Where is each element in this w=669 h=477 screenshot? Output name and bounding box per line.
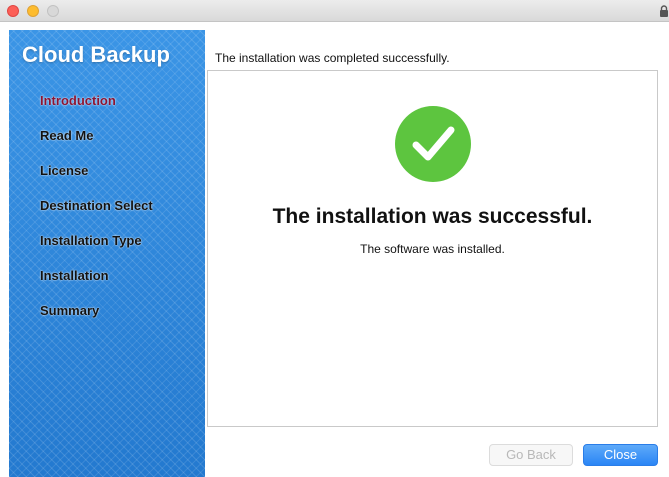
step-installation-type: Installation Type (40, 233, 142, 248)
app-title: Cloud Backup (22, 42, 170, 67)
step-installation: Installation (40, 268, 109, 283)
step-license: License (40, 163, 89, 178)
zoom-window-button[interactable] (47, 5, 59, 17)
success-headline: The installation was successful. (272, 205, 593, 228)
close-window-button[interactable] (7, 5, 19, 17)
minimize-window-button[interactable] (27, 5, 39, 17)
lock-icon (660, 5, 668, 17)
step-destination-select: Destination Select (40, 198, 153, 213)
step-introduction: Introduction (40, 93, 116, 108)
close-button[interactable]: Close (583, 444, 658, 466)
installer-sidebar: Cloud Backup Introduction Read Me Licens… (9, 30, 205, 477)
step-summary: Summary (40, 303, 100, 318)
checkmark-circle-icon (395, 106, 471, 182)
step-read-me: Read Me (40, 128, 94, 143)
content-panel: The installation was successful. The sof… (207, 70, 658, 427)
go-back-button[interactable]: Go Back (489, 444, 573, 466)
success-message: The software was installed. (360, 242, 505, 256)
installer-steps: Introduction Read Me License Destination… (40, 93, 153, 338)
status-line: The installation was completed successfu… (215, 51, 450, 65)
title-bar (0, 0, 669, 22)
